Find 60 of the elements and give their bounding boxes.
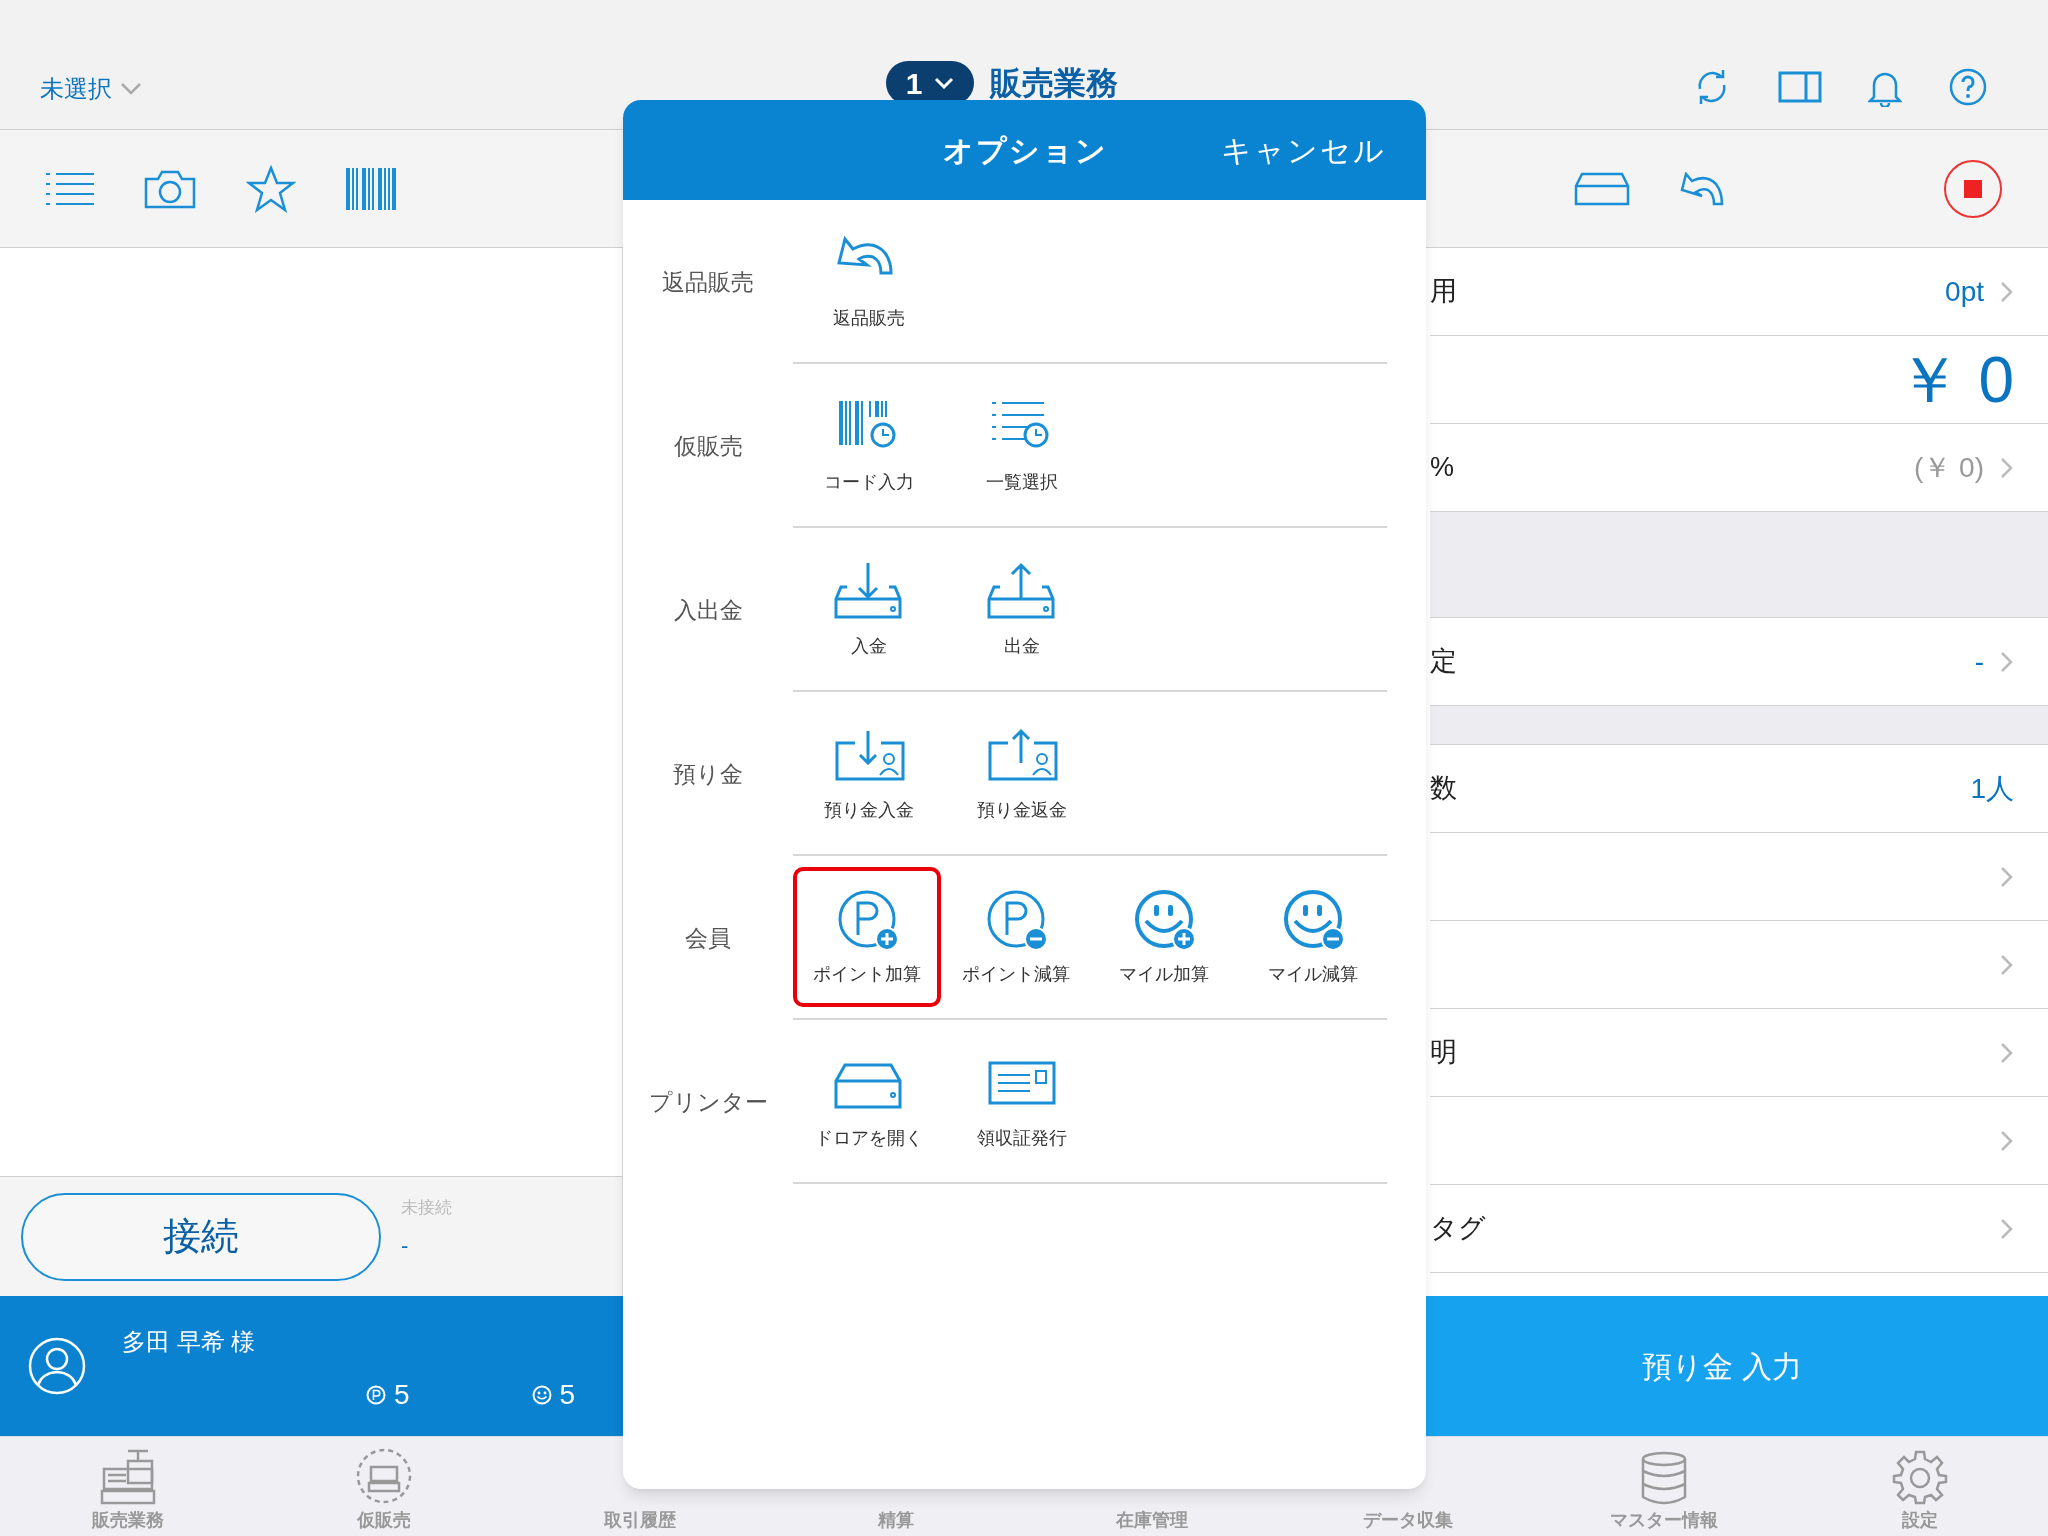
row-label: 明 (1430, 1036, 1457, 1070)
option-item[interactable]: 返品販売 (793, 211, 945, 351)
option-item[interactable]: ドロアを開く (793, 1031, 945, 1171)
return-arrow-icon[interactable] (1678, 171, 1724, 206)
option-item[interactable]: コード入力 (793, 375, 945, 515)
staff-dropdown[interactable]: 未選択 (40, 71, 142, 107)
option-item[interactable]: 一覧選択 (946, 375, 1098, 515)
option-item[interactable]: 出金 (946, 539, 1098, 679)
option-item[interactable]: 領収証発行 (946, 1031, 1098, 1171)
row-label: タグ (1430, 1212, 1486, 1246)
section-label: 仮販売 (673, 431, 743, 461)
row-label: % (1430, 451, 1454, 485)
camera-icon[interactable] (144, 168, 196, 209)
drawer-icon[interactable] (1574, 171, 1630, 206)
connection-status: 未接続 (401, 1197, 452, 1219)
screen-title: 販売業務 (990, 64, 1119, 103)
section-label: プリンター (648, 1087, 768, 1117)
split-view-icon[interactable] (1778, 71, 1822, 103)
row-label: 定 (1430, 645, 1457, 679)
section-label: 会員 (685, 923, 731, 953)
row-value: (￥ 0) (1914, 450, 1984, 485)
row-label: 数 (1430, 772, 1457, 806)
connected-device: - (401, 1231, 410, 1260)
row-label: 用 (1430, 275, 1457, 309)
mile-balance: 5 (559, 1378, 576, 1412)
barcode-icon[interactable] (346, 167, 396, 210)
option-item[interactable]: 預り金入金 (793, 703, 945, 843)
chevron-down-icon (120, 82, 142, 96)
row-value: 0pt (1945, 274, 1984, 309)
chevron-down-icon (934, 77, 955, 89)
help-icon[interactable] (1948, 67, 1988, 107)
customer-bar[interactable]: 多田 早希 様 5 5 (0, 1296, 623, 1436)
cash-register-icon (98, 1449, 158, 1505)
section-label: 返品販売 (662, 267, 754, 297)
list-icon[interactable] (46, 170, 94, 207)
dialog-title: オプション (943, 132, 1108, 169)
smiley-icon (531, 1385, 552, 1405)
customer-name: 多田 早希 様 (122, 1327, 257, 1357)
option-item[interactable]: 預り金返金 (946, 703, 1098, 843)
section-label: 預り金 (673, 759, 743, 789)
row-value: 1人 (1970, 771, 2014, 806)
row-value: - (1974, 644, 1984, 679)
option-item[interactable]: ポイント減算 (941, 867, 1090, 1007)
database-icon (1640, 1451, 1688, 1505)
point-icon (366, 1385, 386, 1405)
gear-icon (1892, 1449, 1948, 1505)
stop-button[interactable] (1944, 159, 2002, 218)
option-item[interactable]: 入金 (793, 539, 945, 679)
option-item[interactable]: マイル減算 (1239, 867, 1387, 1007)
total-amount: ￥ 0 (1896, 347, 2014, 412)
dashed-register-icon (355, 1447, 413, 1505)
point-balance: 5 (394, 1378, 410, 1412)
connect-button[interactable]: 接続 (21, 1192, 381, 1281)
cancel-button[interactable]: キャンセル (1221, 127, 1386, 173)
section-label: 入出金 (673, 595, 743, 625)
stop-icon (1964, 179, 1982, 198)
option-item[interactable]: マイル加算 (1090, 867, 1239, 1007)
star-icon[interactable] (246, 164, 296, 213)
avatar-icon (28, 1337, 86, 1395)
option-item[interactable]: ポイント加算 (793, 867, 941, 1007)
